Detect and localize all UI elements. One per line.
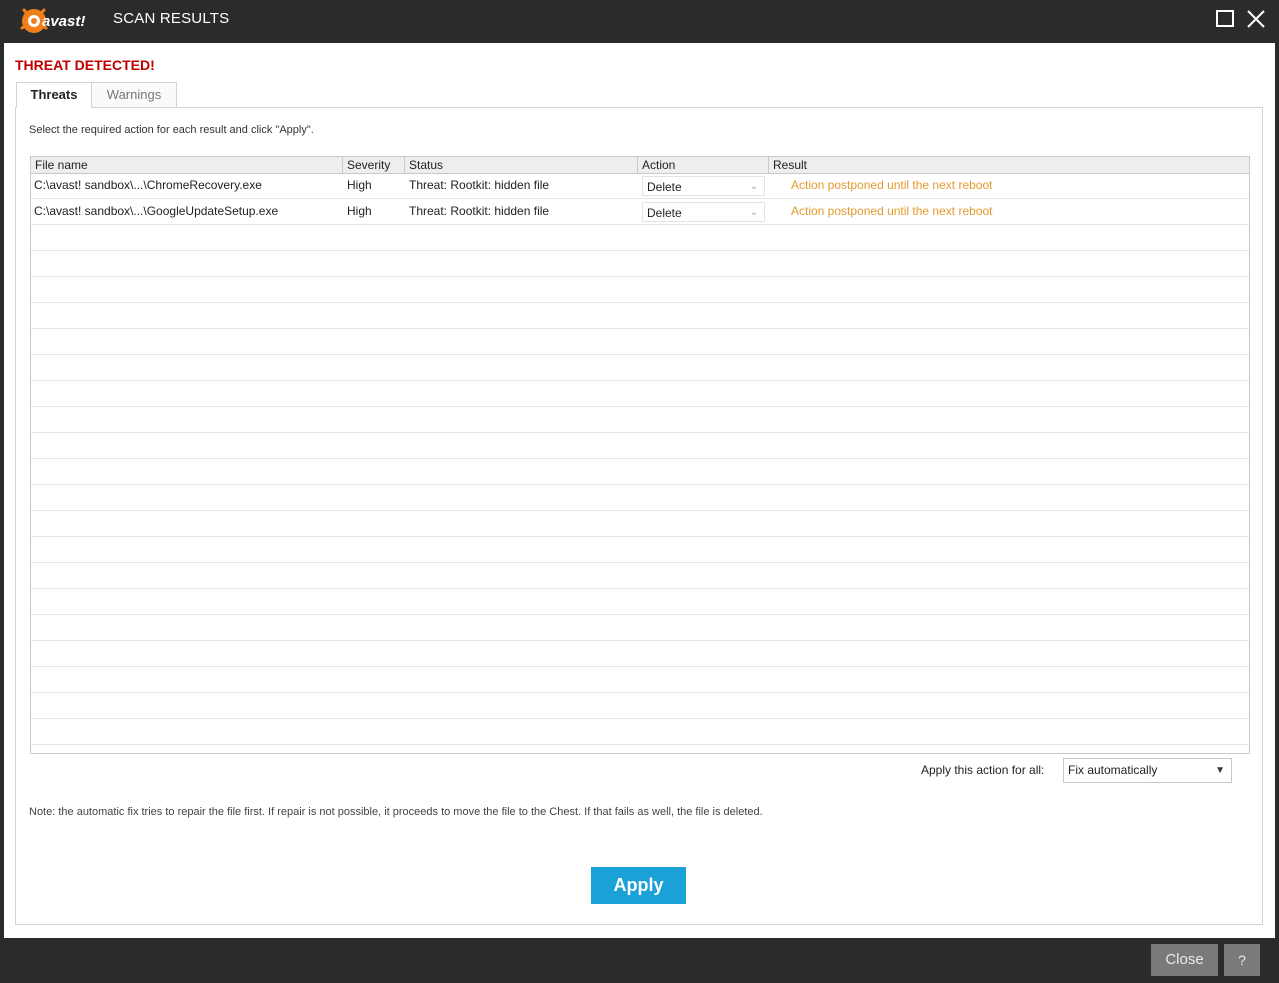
action-dropdown[interactable]: Delete ⌄ — [642, 202, 765, 222]
status-cell: Threat: Rootkit: hidden file — [409, 178, 550, 192]
apply-all-dropdown[interactable]: Fix automatically ▼ — [1063, 758, 1232, 783]
table-header: File name Severity Status Action Result — [31, 157, 1249, 174]
scan-results-panel: THREAT DETECTED! Threats Warnings Select… — [4, 43, 1275, 938]
action-dropdown[interactable]: Delete ⌄ — [642, 176, 765, 196]
column-status[interactable]: Status — [405, 157, 638, 173]
bottom-bar: Close ? — [0, 938, 1279, 983]
table-row[interactable]: C:\avast! sandbox\...\GoogleUpdateSetup.… — [31, 199, 1249, 225]
close-window-icon[interactable] — [1245, 8, 1267, 30]
severity-cell: High — [347, 178, 372, 192]
threat-heading: THREAT DETECTED! — [15, 57, 155, 73]
empty-table-row — [31, 589, 1249, 615]
empty-table-row — [31, 563, 1249, 589]
status-cell: Threat: Rootkit: hidden file — [409, 204, 550, 218]
help-button[interactable]: ? — [1224, 944, 1260, 976]
empty-table-row — [31, 329, 1249, 355]
empty-table-row — [31, 277, 1249, 303]
column-result[interactable]: Result — [769, 157, 1249, 173]
tab-warnings[interactable]: Warnings — [92, 82, 177, 107]
apply-button[interactable]: Apply — [591, 867, 686, 904]
apply-all-label: Apply this action for all: — [921, 763, 1045, 777]
empty-table-row — [31, 615, 1249, 641]
apply-all-value: Fix automatically — [1068, 763, 1158, 777]
table-row[interactable]: C:\avast! sandbox\...\ChromeRecovery.exe… — [31, 173, 1249, 199]
action-dropdown-value: Delete — [647, 180, 682, 194]
chevron-down-icon: ⌄ — [749, 207, 758, 218]
empty-table-row — [31, 667, 1249, 693]
svg-text:avast!: avast! — [42, 13, 85, 30]
empty-table-row — [31, 485, 1249, 511]
instruction-text: Select the required action for each resu… — [29, 124, 314, 136]
empty-table-row — [31, 641, 1249, 667]
empty-table-row — [31, 511, 1249, 537]
result-cell: Action postponed until the next reboot — [791, 178, 993, 192]
empty-table-row — [31, 355, 1249, 381]
note-text: Note: the automatic fix tries to repair … — [29, 806, 763, 818]
action-dropdown-value: Delete — [647, 206, 682, 220]
tab-threats[interactable]: Threats — [16, 82, 92, 108]
empty-table-row — [31, 303, 1249, 329]
severity-cell: High — [347, 204, 372, 218]
title-bar: avast! SCAN RESULTS — [0, 0, 1279, 42]
tab-content: Select the required action for each resu… — [15, 107, 1263, 925]
column-action[interactable]: Action — [638, 157, 769, 173]
file-name-cell: C:\avast! sandbox\...\GoogleUpdateSetup.… — [34, 204, 279, 218]
column-severity[interactable]: Severity — [343, 157, 405, 173]
empty-table-row — [31, 433, 1249, 459]
empty-table-row — [31, 693, 1249, 719]
empty-table-row — [31, 745, 1249, 753]
results-table: File name Severity Status Action Result … — [30, 156, 1250, 754]
avast-logo: avast! — [20, 8, 85, 33]
empty-table-row — [31, 537, 1249, 563]
result-cell: Action postponed until the next reboot — [791, 204, 993, 218]
column-file-name[interactable]: File name — [31, 157, 343, 173]
window-title: SCAN RESULTS — [113, 10, 230, 27]
empty-table-row — [31, 407, 1249, 433]
empty-table-row — [31, 251, 1249, 277]
maximize-button[interactable] — [1216, 10, 1234, 27]
empty-table-row — [31, 719, 1249, 745]
file-name-cell: C:\avast! sandbox\...\ChromeRecovery.exe — [34, 178, 262, 192]
empty-table-row — [31, 381, 1249, 407]
chevron-down-icon: ⌄ — [749, 181, 758, 192]
empty-table-row — [31, 225, 1249, 251]
close-button[interactable]: Close — [1151, 944, 1218, 976]
chevron-down-icon: ▼ — [1215, 765, 1225, 776]
empty-table-row — [31, 459, 1249, 485]
